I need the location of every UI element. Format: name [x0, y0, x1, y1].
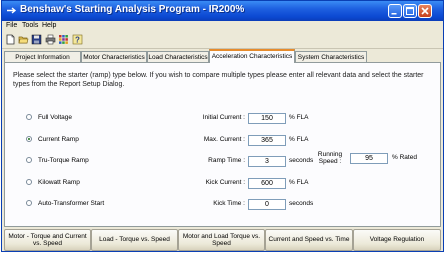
- maximize-button[interactable]: [403, 4, 417, 18]
- tab-project-information[interactable]: Project Information: [4, 51, 81, 62]
- starter-type-tru-torque-ramp[interactable]: Tru-Torque Ramp: [26, 156, 89, 166]
- acceleration-panel: Please select the starter (ramp) type be…: [4, 62, 441, 227]
- max-current-unit: % FLA: [289, 136, 309, 143]
- kick-time-unit: seconds: [289, 200, 314, 207]
- running-speed-input[interactable]: 95: [350, 153, 388, 164]
- max-current-input[interactable]: 365: [248, 135, 286, 146]
- svg-text:?: ?: [75, 36, 80, 45]
- radio-button[interactable]: [26, 157, 32, 163]
- starter-type-label: Full Voltage: [38, 114, 72, 121]
- title-bar[interactable]: Benshaw's Starting Analysis Program - IR…: [2, 1, 443, 21]
- running-speed-label: Running Speed :: [310, 151, 350, 165]
- app-window: Benshaw's Starting Analysis Program - IR…: [1, 0, 444, 252]
- minimize-icon: [391, 13, 397, 15]
- graph-button-row: Motor - Torque and Current vs. Speed Loa…: [4, 229, 441, 251]
- window-title: Benshaw's Starting Analysis Program - IR…: [20, 4, 245, 15]
- starter-type-label: Current Ramp: [38, 136, 79, 143]
- tab-system-characteristics[interactable]: System Characteristics: [295, 51, 367, 62]
- initial-current-label: Initial Current :: [202, 114, 245, 121]
- current-speed-time-button[interactable]: Current and Speed vs. Time: [265, 229, 353, 251]
- tab-acceleration-characteristics[interactable]: Acceleration Characteristics: [209, 49, 295, 63]
- menu-tools[interactable]: Tools: [22, 22, 38, 29]
- max-current-label: Max. Current :: [203, 136, 245, 143]
- initial-current-input[interactable]: 150: [248, 113, 286, 124]
- app-icon: [7, 7, 17, 14]
- running-speed-label-line2: Speed :: [318, 158, 342, 165]
- kick-current-label: Kick Current :: [205, 179, 245, 186]
- ramp-time-label: Ramp Time :: [208, 157, 245, 164]
- running-speed-unit: % Rated: [392, 154, 417, 161]
- close-button[interactable]: [418, 4, 432, 18]
- radio-button-selected[interactable]: [26, 136, 32, 142]
- grid-icon[interactable]: [58, 34, 69, 45]
- kick-time-input[interactable]: 0: [248, 199, 286, 210]
- toolbar: ?: [2, 32, 443, 49]
- kick-current-unit: % FLA: [289, 179, 309, 186]
- instructions-text: Please select the starter (ramp) type be…: [13, 72, 424, 88]
- starter-type-full-voltage[interactable]: Full Voltage: [26, 113, 72, 123]
- menu-bar: File Tools Help: [2, 21, 443, 32]
- radio-button[interactable]: [26, 179, 32, 185]
- radio-button[interactable]: [26, 200, 32, 206]
- menu-file[interactable]: File: [6, 22, 17, 29]
- maximize-icon: [406, 7, 414, 15]
- running-speed-label-line1: Running: [317, 151, 343, 158]
- initial-current-unit: % FLA: [289, 114, 309, 121]
- minimize-button[interactable]: [388, 4, 402, 18]
- motor-torque-current-button[interactable]: Motor - Torque and Current vs. Speed: [4, 229, 91, 251]
- motor-load-torque-button[interactable]: Motor and Load Torque vs. Speed: [178, 229, 265, 251]
- starter-type-label: Tru-Torque Ramp: [38, 157, 89, 164]
- starter-type-label: Kilowatt Ramp: [38, 179, 80, 186]
- starter-type-current-ramp[interactable]: Current Ramp: [26, 135, 79, 145]
- ramp-time-input[interactable]: 3: [248, 156, 286, 167]
- tab-load-characteristics[interactable]: Load Characteristics: [147, 51, 209, 62]
- starter-type-label: Auto-Transformer Start: [38, 200, 105, 207]
- starter-type-kilowatt-ramp[interactable]: Kilowatt Ramp: [26, 178, 80, 188]
- load-torque-button[interactable]: Load - Torque vs. Speed: [91, 229, 178, 251]
- tab-strip: Project Information Motor Characteristic…: [2, 48, 443, 63]
- new-file-icon[interactable]: [5, 34, 16, 45]
- tab-motor-characteristics[interactable]: Motor Characteristics: [81, 51, 147, 62]
- starter-type-auto-transformer-start[interactable]: Auto-Transformer Start: [26, 199, 104, 209]
- menu-help[interactable]: Help: [42, 22, 56, 29]
- save-icon[interactable]: [31, 34, 42, 45]
- print-icon[interactable]: [45, 34, 56, 45]
- kick-time-label: Kick Time :: [213, 200, 245, 207]
- radio-button[interactable]: [26, 114, 32, 120]
- voltage-regulation-button[interactable]: Voltage Regulation: [353, 229, 441, 251]
- help-icon[interactable]: ?: [72, 34, 83, 45]
- kick-current-input[interactable]: 600: [248, 178, 286, 189]
- open-folder-icon[interactable]: [18, 34, 29, 45]
- close-icon: [421, 7, 429, 15]
